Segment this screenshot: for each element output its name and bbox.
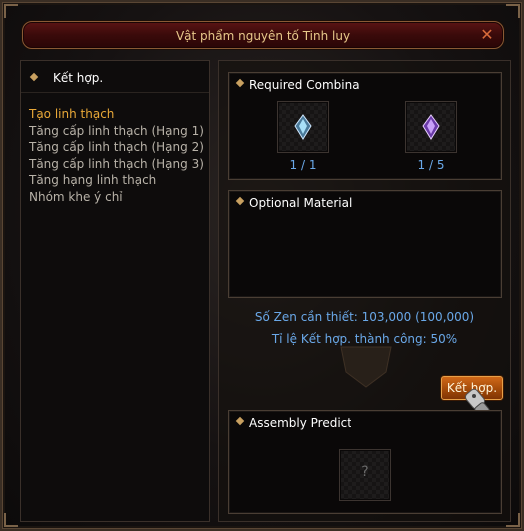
crafting-window: Vật phẩm nguyên tố Tinh luy ✕ Kết hợp. T…	[0, 0, 524, 531]
window-title: Vật phẩm nguyên tố Tinh luy	[175, 29, 351, 43]
menu-header-label: Kết hợp.	[53, 71, 104, 85]
optional-material-title: Optional Material	[249, 196, 353, 210]
frame-corner	[506, 4, 520, 18]
required-materials-box: Required Combina 1 / 1 1 / 5	[228, 72, 502, 180]
close-icon[interactable]: ✕	[477, 25, 497, 45]
required-count-1: 1 / 1	[289, 158, 317, 172]
menu-item-upgrade-rank-3[interactable]: Tăng cấp linh thạch (Hạng 3)	[29, 156, 204, 173]
menu-item-socket-group[interactable]: Nhóm khe ý chỉ	[29, 189, 204, 206]
frame-corner	[4, 513, 18, 527]
required-count-2: 1 / 5	[417, 158, 445, 172]
combination-type-list: Tạo linh thạch Tăng cấp linh thạch (Hạng…	[29, 106, 204, 205]
zen-cost-text: Số Zen cần thiết: 103,000 (100,000)	[254, 310, 475, 324]
diamond-bullet-icon	[235, 196, 245, 206]
menu-header: Kết hợp.	[21, 61, 209, 93]
combination-menu-panel: Kết hợp. Tạo linh thạch Tăng cấp linh th…	[20, 60, 210, 522]
diamond-bullet-icon	[29, 72, 39, 82]
purple-gem-icon	[422, 114, 440, 140]
required-materials-title: Required Combina	[249, 78, 360, 92]
required-slot-2[interactable]	[405, 101, 457, 153]
assembly-prediction-title: Assembly Predictic	[249, 416, 351, 430]
blue-gem-icon	[294, 114, 312, 140]
required-slot-1[interactable]	[277, 101, 329, 153]
prediction-result-slot: ?	[339, 449, 391, 501]
menu-item-upgrade-rank-2[interactable]: Tăng cấp linh thạch (Hạng 2)	[29, 139, 204, 156]
frame-corner	[4, 4, 18, 18]
emblem-icon	[340, 346, 392, 388]
title-bar[interactable]: Vật phẩm nguyên tố Tinh luy ✕	[22, 21, 504, 49]
diamond-bullet-icon	[235, 78, 245, 88]
assembly-prediction-box: Assembly Predictic ?	[228, 410, 502, 514]
diamond-bullet-icon	[235, 416, 245, 426]
question-mark-icon: ?	[361, 464, 369, 480]
menu-item-create-stone[interactable]: Tạo linh thạch	[29, 106, 204, 123]
menu-item-rank-up[interactable]: Tăng hạng linh thạch	[29, 172, 204, 189]
menu-item-upgrade-rank-1[interactable]: Tăng cấp linh thạch (Hạng 1)	[29, 123, 204, 140]
optional-material-box[interactable]: Optional Material	[228, 190, 502, 298]
